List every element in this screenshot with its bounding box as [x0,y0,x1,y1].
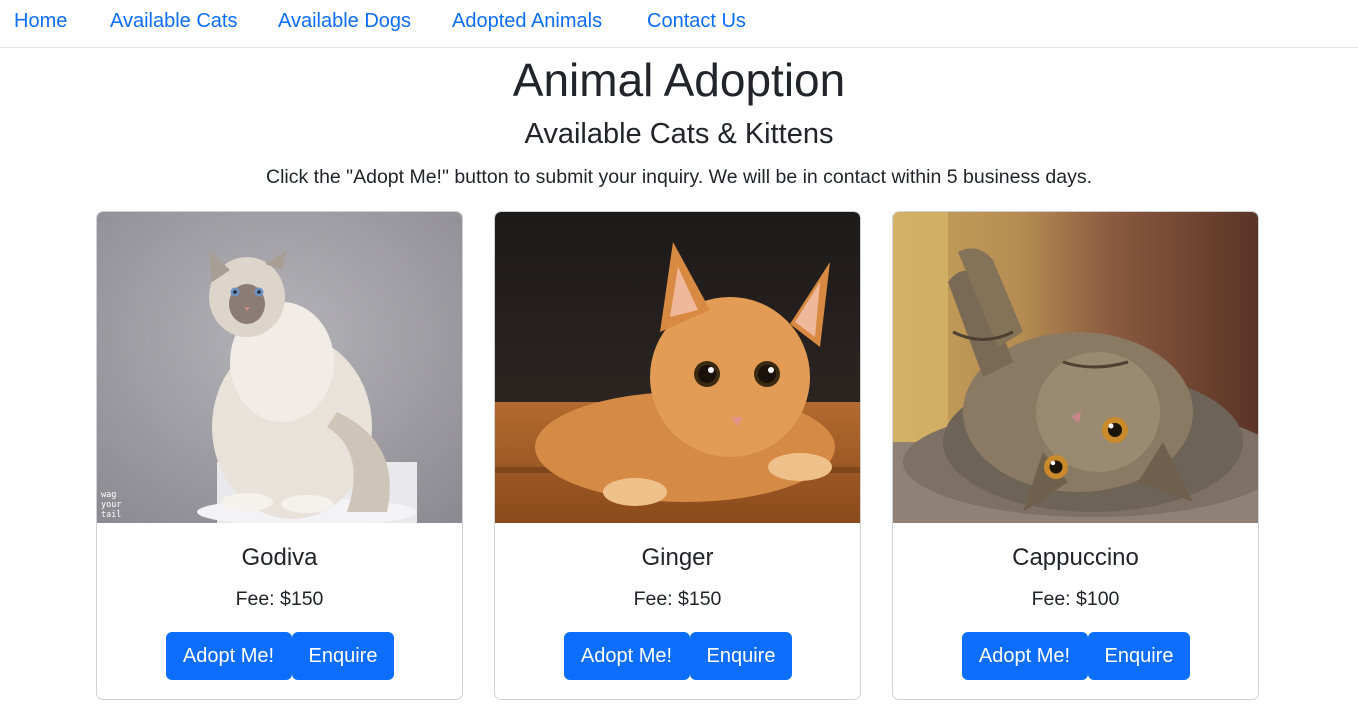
pet-fee: Fee: $150 [235,588,324,610]
adopt-me-button[interactable]: Adopt Me! [165,632,292,680]
intro-text: Click the "Adopt Me!" button to submit y… [265,166,1092,188]
enquire-button[interactable]: Enquire [689,632,792,680]
pet-name: Godiva [241,544,318,571]
card-actions: Adopt Me! Enquire [495,632,860,680]
pet-photo-ginger [495,212,860,523]
svg-text:your: your [101,500,121,510]
pet-card-cappuccino: Cappuccino Fee: $100 Adopt Me! Enquire [892,211,1259,700]
pet-name: Ginger [641,544,714,571]
nav-home-link[interactable]: Home [14,10,67,33]
page-title: Animal Adoption [512,54,846,106]
pet-card-ginger: Ginger Fee: $150 Adopt Me! Enquire [494,211,861,700]
pet-photo-godiva: wag your tail [97,212,462,523]
section-subtitle: Available Cats & Kittens [524,118,834,150]
nav-adopted-animals-link[interactable]: Adopted Animals [452,10,602,33]
top-navbar: Home Available Cats Available Dogs Adopt… [0,0,1358,48]
pet-fee: Fee: $150 [633,588,722,610]
enquire-button[interactable]: Enquire [291,632,394,680]
adopt-me-button[interactable]: Adopt Me! [961,632,1088,680]
nav-available-cats-link[interactable]: Available Cats [110,10,237,33]
pet-name: Cappuccino [1012,544,1139,571]
svg-text:wag: wag [101,490,116,500]
pet-fee: Fee: $100 [1031,588,1120,610]
enquire-button[interactable]: Enquire [1087,632,1190,680]
pet-card-godiva: wag your tail Godiva Fee: $150 Adopt Me!… [96,211,463,700]
svg-text:tail: tail [101,510,121,520]
nav-contact-us-link[interactable]: Contact Us [647,10,746,33]
card-actions: Adopt Me! Enquire [893,632,1258,680]
pet-photo-cappuccino [893,212,1258,523]
nav-available-dogs-link[interactable]: Available Dogs [278,10,411,33]
card-actions: Adopt Me! Enquire [97,632,462,680]
adopt-me-button[interactable]: Adopt Me! [563,632,690,680]
